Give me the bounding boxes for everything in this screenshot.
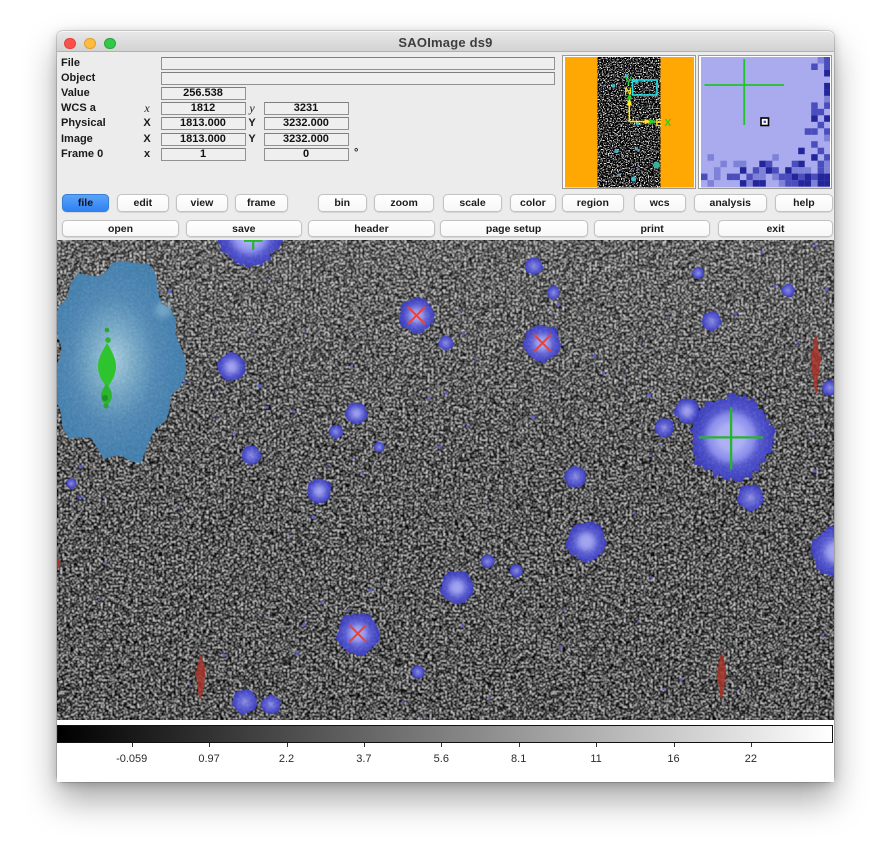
svg-text:X: X [664, 118, 671, 129]
svg-text:E: E [655, 118, 662, 129]
svg-text:N: N [624, 87, 631, 98]
